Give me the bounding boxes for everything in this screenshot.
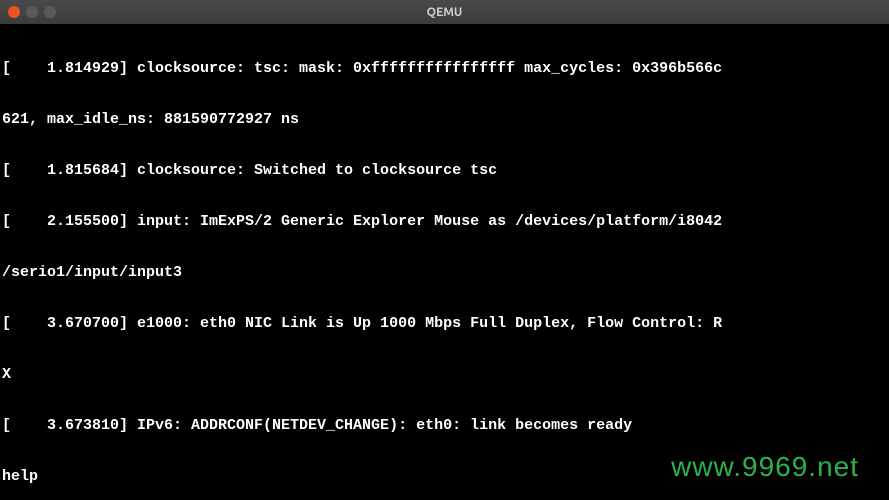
close-icon[interactable] [8,6,20,18]
terminal-output[interactable]: [ 1.814929] clocksource: tsc: mask: 0xff… [0,24,889,500]
terminal-line: 621, max_idle_ns: 881590772927 ns [2,111,887,128]
minimize-icon[interactable] [26,6,38,18]
terminal-line: [ 2.155500] input: ImExPS/2 Generic Expl… [2,213,887,230]
terminal-line: [ 3.673810] IPv6: ADDRCONF(NETDEV_CHANGE… [2,417,887,434]
window-controls [8,6,56,18]
terminal-line: [ 1.814929] clocksource: tsc: mask: 0xff… [2,60,887,77]
terminal-line: /serio1/input/input3 [2,264,887,281]
terminal-line: [ 1.815684] clocksource: Switched to clo… [2,162,887,179]
titlebar: QEMU [0,0,889,24]
terminal-line: X [2,366,887,383]
terminal-line: [ 3.670700] e1000: eth0 NIC Link is Up 1… [2,315,887,332]
maximize-icon[interactable] [44,6,56,18]
watermark-text: www.9969.net [671,458,859,475]
window-title: QEMU [427,6,463,19]
